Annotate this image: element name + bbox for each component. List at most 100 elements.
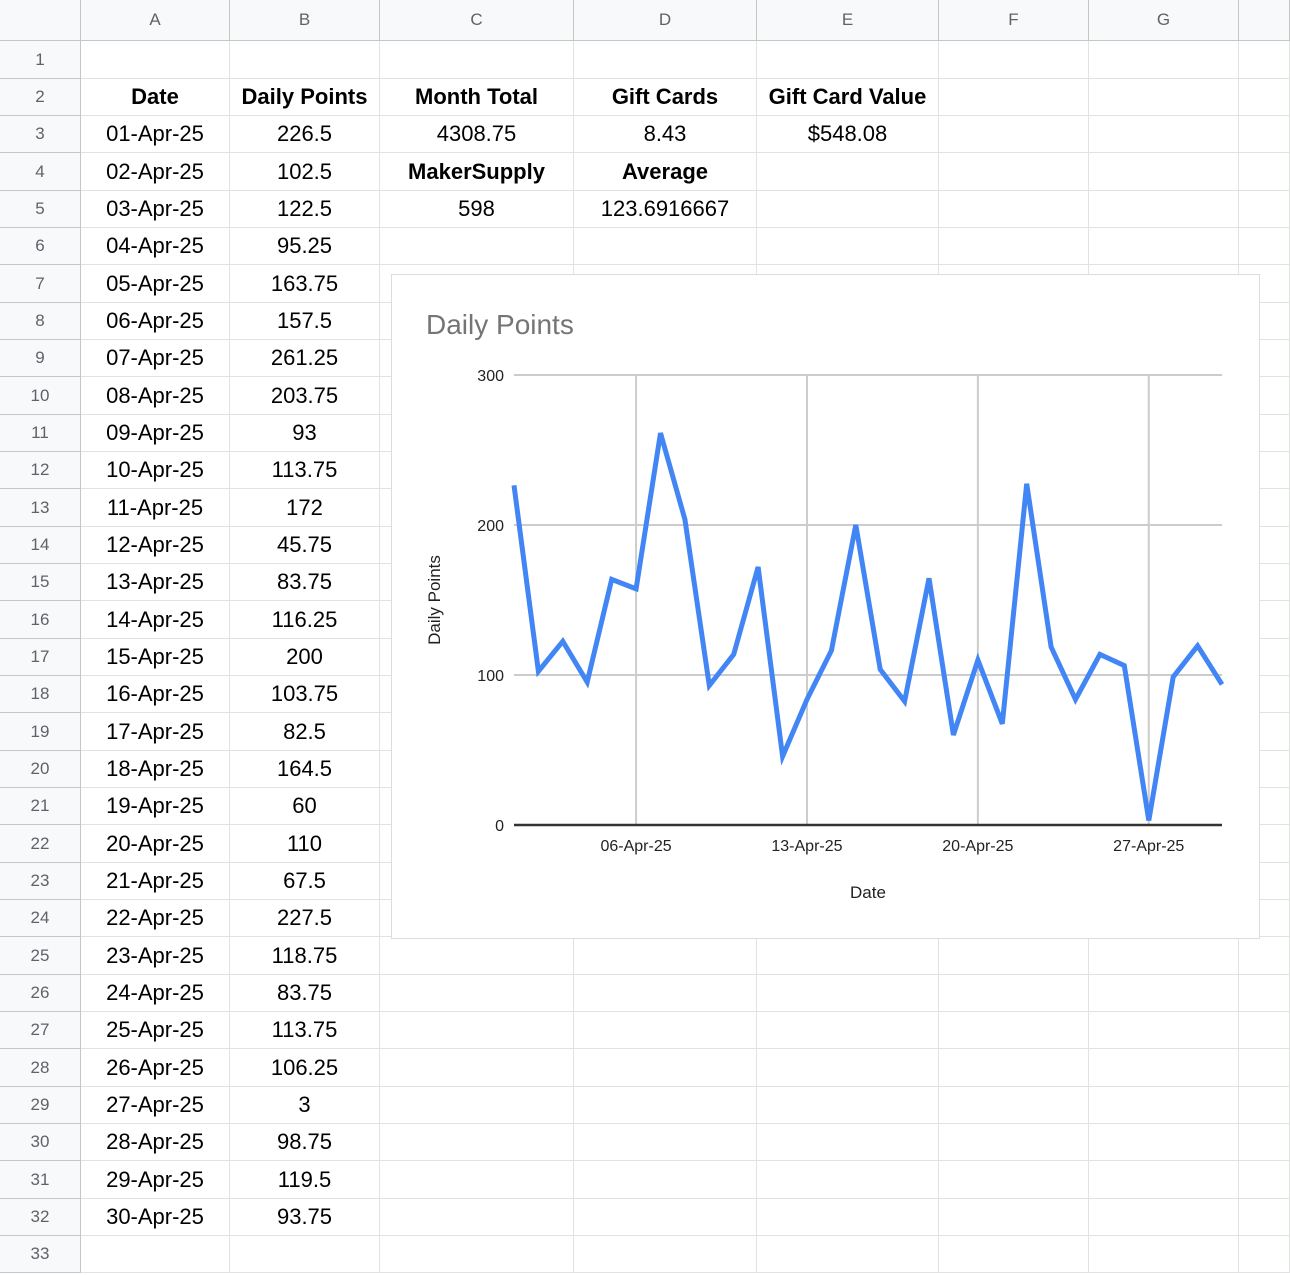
row-header-12[interactable]: 12 bbox=[0, 452, 81, 489]
cell-c31[interactable] bbox=[380, 1161, 574, 1199]
cell-b11[interactable]: 93 bbox=[230, 415, 380, 452]
cell-a33[interactable] bbox=[81, 1236, 230, 1273]
row-header-11[interactable]: 11 bbox=[0, 415, 81, 452]
row-header-19[interactable]: 19 bbox=[0, 713, 81, 751]
cell-f25[interactable] bbox=[939, 937, 1089, 975]
row-header-3[interactable]: 3 bbox=[0, 116, 81, 153]
cell-c32[interactable] bbox=[380, 1199, 574, 1236]
cell-h5[interactable] bbox=[1239, 191, 1290, 228]
cell-b24[interactable]: 227.5 bbox=[230, 900, 380, 937]
cell-d31[interactable] bbox=[574, 1161, 757, 1199]
cell-a11[interactable]: 09-Apr-25 bbox=[81, 415, 230, 452]
cell-c33[interactable] bbox=[380, 1236, 574, 1273]
cell-b31[interactable]: 119.5 bbox=[230, 1161, 380, 1199]
column-header-g[interactable]: G bbox=[1089, 0, 1239, 41]
cell-b30[interactable]: 98.75 bbox=[230, 1124, 380, 1161]
row-header-30[interactable]: 30 bbox=[0, 1124, 81, 1161]
cell-e29[interactable] bbox=[757, 1087, 939, 1124]
cell-d5[interactable]: 123.6916667 bbox=[574, 191, 757, 228]
cell-a18[interactable]: 16-Apr-25 bbox=[81, 676, 230, 713]
cell-f27[interactable] bbox=[939, 1012, 1089, 1049]
cell-a23[interactable]: 21-Apr-25 bbox=[81, 863, 230, 900]
cell-b6[interactable]: 95.25 bbox=[230, 228, 380, 265]
cell-c25[interactable] bbox=[380, 937, 574, 975]
row-header-22[interactable]: 22 bbox=[0, 825, 81, 863]
row-header-32[interactable]: 32 bbox=[0, 1199, 81, 1236]
cell-h30[interactable] bbox=[1239, 1124, 1290, 1161]
cell-h26[interactable] bbox=[1239, 975, 1290, 1012]
cell-a26[interactable]: 24-Apr-25 bbox=[81, 975, 230, 1012]
cell-f3[interactable] bbox=[939, 116, 1089, 153]
cell-g33[interactable] bbox=[1089, 1236, 1239, 1273]
cell-g31[interactable] bbox=[1089, 1161, 1239, 1199]
cell-g28[interactable] bbox=[1089, 1049, 1239, 1087]
cell-a8[interactable]: 06-Apr-25 bbox=[81, 303, 230, 340]
cell-a29[interactable]: 27-Apr-25 bbox=[81, 1087, 230, 1124]
cell-d3[interactable]: 8.43 bbox=[574, 116, 757, 153]
cell-a14[interactable]: 12-Apr-25 bbox=[81, 527, 230, 564]
cell-c5[interactable]: 598 bbox=[380, 191, 574, 228]
row-header-31[interactable]: 31 bbox=[0, 1161, 81, 1199]
cell-g3[interactable] bbox=[1089, 116, 1239, 153]
cell-e1[interactable] bbox=[757, 41, 939, 79]
cell-e30[interactable] bbox=[757, 1124, 939, 1161]
row-header-28[interactable]: 28 bbox=[0, 1049, 81, 1087]
cell-a24[interactable]: 22-Apr-25 bbox=[81, 900, 230, 937]
row-header-23[interactable]: 23 bbox=[0, 863, 81, 900]
cell-a3[interactable]: 01-Apr-25 bbox=[81, 116, 230, 153]
cell-b17[interactable]: 200 bbox=[230, 639, 380, 676]
cell-c27[interactable] bbox=[380, 1012, 574, 1049]
cell-a22[interactable]: 20-Apr-25 bbox=[81, 825, 230, 863]
column-header-b[interactable]: B bbox=[230, 0, 380, 41]
cell-c6[interactable] bbox=[380, 228, 574, 265]
cell-a10[interactable]: 08-Apr-25 bbox=[81, 377, 230, 415]
cell-b5[interactable]: 122.5 bbox=[230, 191, 380, 228]
cell-d27[interactable] bbox=[574, 1012, 757, 1049]
row-header-2[interactable]: 2 bbox=[0, 79, 81, 116]
cell-f2[interactable] bbox=[939, 79, 1089, 116]
cell-a28[interactable]: 26-Apr-25 bbox=[81, 1049, 230, 1087]
cell-f28[interactable] bbox=[939, 1049, 1089, 1087]
cell-b3[interactable]: 226.5 bbox=[230, 116, 380, 153]
cell-e33[interactable] bbox=[757, 1236, 939, 1273]
column-header-c[interactable]: C bbox=[380, 0, 574, 41]
cell-h32[interactable] bbox=[1239, 1199, 1290, 1236]
cell-f6[interactable] bbox=[939, 228, 1089, 265]
cell-h1[interactable] bbox=[1239, 41, 1290, 79]
row-header-7[interactable]: 7 bbox=[0, 265, 81, 303]
cell-e28[interactable] bbox=[757, 1049, 939, 1087]
cell-a7[interactable]: 05-Apr-25 bbox=[81, 265, 230, 303]
cell-a5[interactable]: 03-Apr-25 bbox=[81, 191, 230, 228]
cell-f4[interactable] bbox=[939, 153, 1089, 191]
cell-a31[interactable]: 29-Apr-25 bbox=[81, 1161, 230, 1199]
row-header-17[interactable]: 17 bbox=[0, 639, 81, 676]
row-header-18[interactable]: 18 bbox=[0, 676, 81, 713]
row-header-13[interactable]: 13 bbox=[0, 489, 81, 527]
cell-e31[interactable] bbox=[757, 1161, 939, 1199]
cell-a12[interactable]: 10-Apr-25 bbox=[81, 452, 230, 489]
cell-b26[interactable]: 83.75 bbox=[230, 975, 380, 1012]
cell-b2[interactable]: Daily Points bbox=[230, 79, 380, 116]
cell-d29[interactable] bbox=[574, 1087, 757, 1124]
cell-e32[interactable] bbox=[757, 1199, 939, 1236]
cell-a32[interactable]: 30-Apr-25 bbox=[81, 1199, 230, 1236]
cell-b23[interactable]: 67.5 bbox=[230, 863, 380, 900]
cell-c2[interactable]: Month Total bbox=[380, 79, 574, 116]
cell-h28[interactable] bbox=[1239, 1049, 1290, 1087]
row-header-16[interactable]: 16 bbox=[0, 601, 81, 639]
cell-e2[interactable]: Gift Card Value bbox=[757, 79, 939, 116]
row-header-20[interactable]: 20 bbox=[0, 751, 81, 788]
cell-b15[interactable]: 83.75 bbox=[230, 564, 380, 601]
row-header-5[interactable]: 5 bbox=[0, 191, 81, 228]
row-header-21[interactable]: 21 bbox=[0, 788, 81, 825]
row-header-33[interactable]: 33 bbox=[0, 1236, 81, 1273]
cell-a15[interactable]: 13-Apr-25 bbox=[81, 564, 230, 601]
cell-b25[interactable]: 118.75 bbox=[230, 937, 380, 975]
cell-d33[interactable] bbox=[574, 1236, 757, 1273]
cell-b4[interactable]: 102.5 bbox=[230, 153, 380, 191]
cell-e6[interactable] bbox=[757, 228, 939, 265]
cell-h4[interactable] bbox=[1239, 153, 1290, 191]
cell-b21[interactable]: 60 bbox=[230, 788, 380, 825]
cell-b18[interactable]: 103.75 bbox=[230, 676, 380, 713]
column-header-f[interactable]: F bbox=[939, 0, 1089, 41]
